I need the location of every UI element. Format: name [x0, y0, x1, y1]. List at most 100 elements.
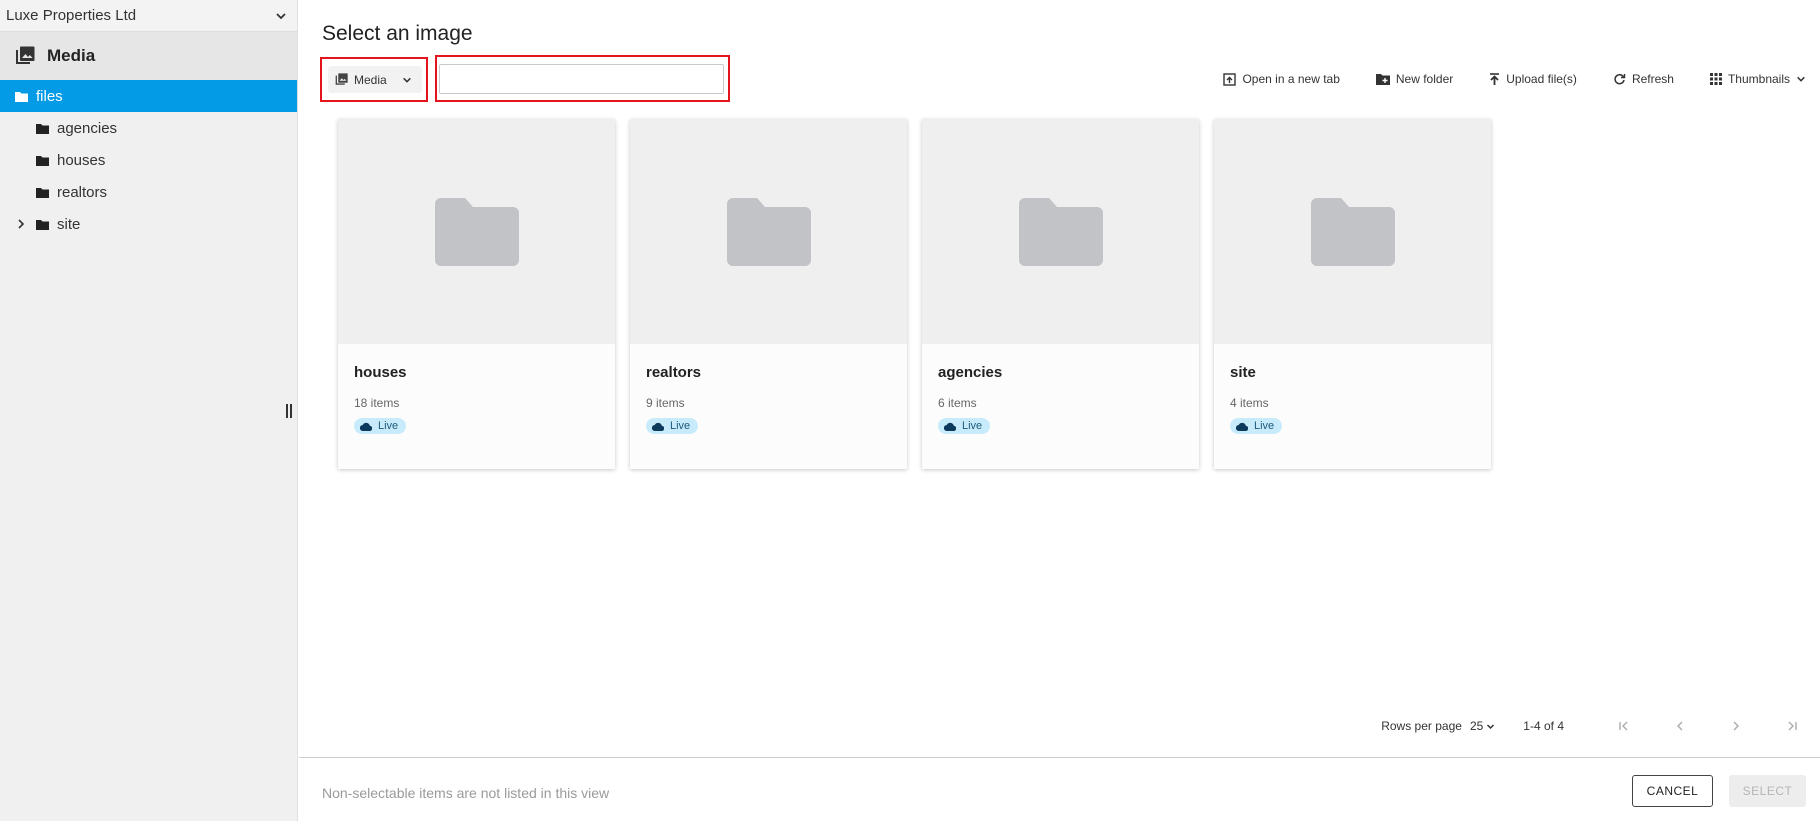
toolbar-actions: Open in a new tab New folder Upload file…	[1205, 70, 1820, 88]
site-name: Luxe Properties Ltd	[6, 7, 137, 24]
rows-per-page-label: Rows per page	[1381, 719, 1462, 733]
upload-button[interactable]: Upload file(s)	[1471, 70, 1595, 88]
folder-thumbnail	[922, 119, 1199, 344]
dialog-footer: Non-selectable items are not listed in t…	[299, 757, 1820, 821]
source-select-highlight: Media	[320, 57, 428, 102]
folder-name: site	[1230, 364, 1256, 381]
folder-item-count: 9 items	[646, 396, 685, 410]
grid-view-icon	[1709, 73, 1722, 85]
source-select[interactable]: Media	[328, 66, 422, 93]
status-label: Live	[962, 420, 983, 432]
refresh-button[interactable]: Refresh	[1595, 70, 1692, 88]
new-folder-icon	[1375, 74, 1390, 85]
page-title: Select an image	[322, 22, 473, 45]
tree-item-realtors[interactable]: realtors	[0, 176, 297, 208]
folder-icon	[434, 197, 519, 266]
status-label: Live	[378, 420, 399, 432]
tree-item-label: houses	[57, 151, 106, 169]
folder-icon	[1018, 197, 1103, 266]
cloud-icon	[652, 422, 664, 431]
tree-item-agencies[interactable]: agencies	[0, 112, 297, 144]
sidebar: Luxe Properties Ltd Media files agencies…	[0, 0, 298, 821]
cloud-icon	[360, 422, 372, 431]
refresh-label: Refresh	[1631, 72, 1674, 86]
cloud-icon	[1236, 422, 1248, 431]
rows-per-page-value: 25	[1469, 719, 1484, 733]
folder-card-realtors[interactable]: realtors 9 items Live	[630, 119, 907, 469]
folder-icon	[1310, 197, 1395, 266]
upload-icon	[1490, 72, 1500, 85]
last-page-icon	[1788, 721, 1797, 731]
folder-icon	[36, 155, 49, 166]
open-new-tab-button[interactable]: Open in a new tab	[1205, 70, 1357, 88]
chevron-right-icon[interactable]	[17, 219, 25, 229]
status-badge: Live	[646, 418, 699, 434]
next-page-button[interactable]	[1708, 721, 1764, 731]
site-selector[interactable]: Luxe Properties Ltd	[0, 0, 297, 32]
folder-card-houses[interactable]: houses 18 items Live	[338, 119, 615, 469]
folder-item-count: 4 items	[1230, 396, 1269, 410]
cloud-icon	[944, 422, 956, 431]
chevron-right-icon	[1733, 721, 1739, 731]
search-input[interactable]	[439, 64, 724, 94]
folder-thumbnail	[1214, 119, 1491, 344]
folder-name: realtors	[646, 364, 702, 381]
tree-item-files[interactable]: files	[0, 80, 297, 112]
image-library-icon	[335, 73, 348, 85]
folder-card-agencies[interactable]: agencies 6 items Live	[922, 119, 1199, 469]
pagination-range: 1-4 of 4	[1523, 719, 1564, 733]
folder-thumbnail	[630, 119, 907, 344]
folder-thumbnail	[338, 119, 615, 344]
prev-page-button[interactable]	[1652, 721, 1708, 731]
folder-card-site[interactable]: site 4 items Live	[1214, 119, 1491, 469]
source-select-value: Media	[354, 72, 387, 87]
folder-icon	[36, 123, 49, 134]
tree-item-label: realtors	[57, 183, 108, 201]
status-badge: Live	[354, 418, 407, 434]
pagination: Rows per page 25 1-4 of 4	[1381, 717, 1820, 735]
search-highlight	[435, 55, 730, 102]
main-panel: Select an image Media Open in a new tab …	[299, 0, 1820, 821]
new-folder-button[interactable]: New folder	[1358, 70, 1471, 88]
folder-item-count: 6 items	[938, 396, 977, 410]
upload-label: Upload file(s)	[1506, 72, 1577, 86]
tree-item-label: agencies	[57, 119, 118, 137]
media-title: Media	[47, 46, 96, 65]
first-page-button[interactable]	[1596, 721, 1652, 731]
folder-icon	[15, 91, 28, 102]
folder-name: agencies	[938, 364, 1003, 381]
folder-icon	[726, 197, 811, 266]
status-badge: Live	[1230, 418, 1283, 434]
status-label: Live	[1254, 420, 1275, 432]
chevron-left-icon	[1677, 721, 1683, 731]
refresh-icon	[1614, 73, 1626, 84]
folder-icon	[36, 219, 49, 230]
first-page-icon	[1619, 721, 1628, 731]
view-mode-select[interactable]: Thumbnails	[1692, 70, 1820, 88]
status-label: Live	[670, 420, 691, 432]
tree-item-site[interactable]: site	[0, 208, 297, 240]
media-section-header: Media	[0, 32, 297, 80]
chevron-down-icon	[1797, 76, 1805, 82]
footer-note: Non-selectable items are not listed in t…	[322, 785, 610, 801]
folder-name: houses	[354, 364, 407, 381]
tree-item-label: site	[57, 215, 81, 233]
sidebar-resize-handle[interactable]	[286, 404, 292, 418]
open-new-tab-label: Open in a new tab	[1242, 72, 1340, 86]
rows-per-page-select[interactable]: 25	[1470, 719, 1495, 733]
folder-item-count: 18 items	[354, 396, 400, 410]
chevron-down-icon	[403, 77, 411, 83]
folder-icon	[36, 187, 49, 198]
cancel-button[interactable]: CANCEL	[1632, 775, 1713, 807]
tree-item-houses[interactable]: houses	[0, 144, 297, 176]
folder-grid: houses 18 items Live realtors 9 items Li…	[338, 119, 1506, 469]
chevron-down-icon	[1487, 723, 1495, 729]
select-button[interactable]: SELECT	[1729, 775, 1806, 807]
tree-item-label: files	[36, 87, 63, 105]
last-page-button[interactable]	[1764, 721, 1820, 731]
open-in-new-tab-icon	[1223, 72, 1237, 86]
view-mode-label: Thumbnails	[1727, 72, 1790, 86]
new-folder-label: New folder	[1395, 72, 1454, 86]
image-library-icon	[16, 46, 35, 64]
status-badge: Live	[938, 418, 991, 434]
